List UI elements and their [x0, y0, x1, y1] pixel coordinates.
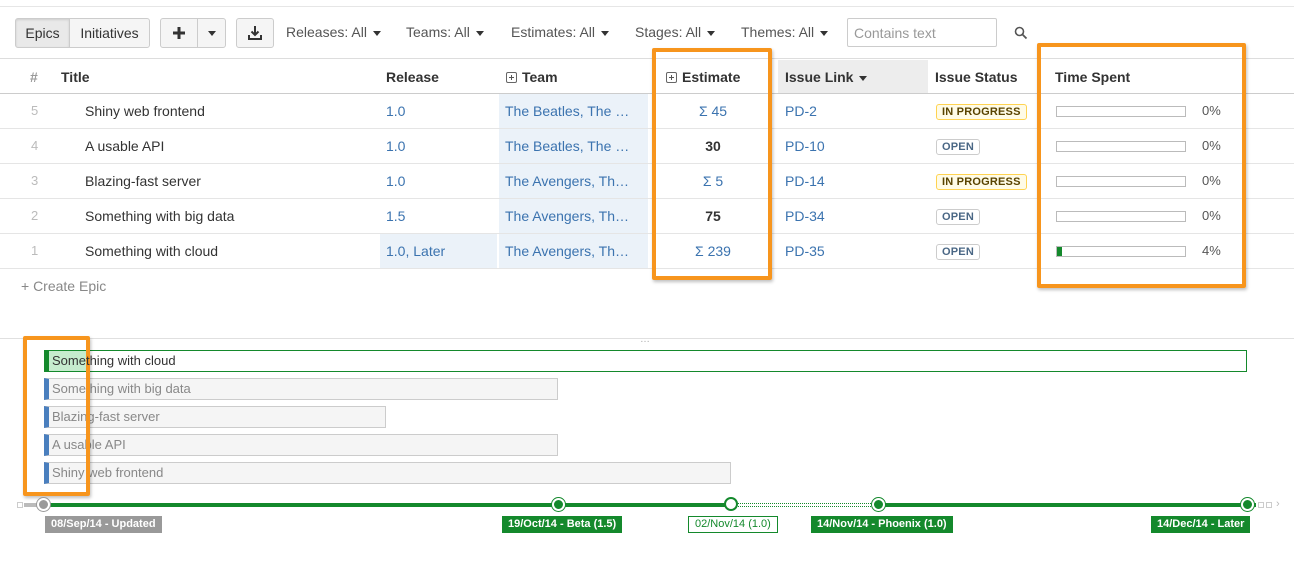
issue-link[interactable]: PD-35 — [785, 234, 905, 268]
timeline-lane[interactable]: A usable API — [44, 434, 558, 456]
col-header-team[interactable]: Team — [506, 69, 558, 85]
col-header-issue-status[interactable]: Issue Status — [935, 69, 1017, 85]
col-header-team-label: Team — [522, 69, 558, 85]
issue-link[interactable]: PD-14 — [785, 164, 905, 198]
marker-label: 14/Dec/14 - Later — [1151, 516, 1251, 533]
filter-teams[interactable]: Teams: All — [406, 24, 484, 40]
status-badge: IN PROGRESS — [936, 104, 1027, 120]
filter-stages[interactable]: Stages: All — [635, 24, 716, 40]
row-number: 1 — [31, 243, 39, 258]
marker-label: 19/Oct/14 - Beta (1.5) — [502, 516, 623, 533]
row-number: 5 — [31, 103, 39, 118]
release-cell[interactable]: 1.5 — [380, 199, 497, 233]
issue-link[interactable]: PD-2 — [785, 94, 905, 128]
col-header-issue-link-label: Issue Link — [785, 69, 854, 85]
timeline-lane[interactable]: Something with cloud — [44, 350, 1247, 372]
epic-title[interactable]: Blazing-fast server — [85, 164, 365, 198]
lane-label: Something with cloud — [52, 353, 176, 368]
row-number: 2 — [31, 208, 39, 223]
epic-title[interactable]: Something with cloud — [85, 234, 365, 268]
chevron-down-icon — [820, 30, 829, 36]
status-badge: IN PROGRESS — [936, 174, 1027, 190]
filter-releases[interactable]: Releases: All — [286, 24, 381, 40]
filter-releases-label: Releases: All — [286, 24, 367, 40]
release-cell[interactable]: 1.0 — [380, 164, 497, 198]
filter-themes[interactable]: Themes: All — [741, 24, 829, 40]
row-number: 3 — [31, 173, 39, 188]
epic-title[interactable]: Something with big data — [85, 199, 365, 233]
filter-stages-label: Stages: All — [635, 24, 702, 40]
timeline-marker[interactable] — [37, 498, 50, 511]
expand-icon[interactable] — [506, 72, 517, 83]
epic-title[interactable]: Shiny web frontend — [85, 94, 365, 128]
sort-desc-icon — [859, 75, 868, 81]
timeline-lane[interactable]: Blazing-fast server — [44, 406, 386, 428]
timeline-marker[interactable] — [724, 497, 738, 511]
marker-label: 14/Nov/14 - Phoenix (1.0) — [811, 516, 953, 533]
release-cell[interactable]: 1.0 — [380, 94, 497, 128]
scroll-right-handle[interactable] — [1266, 502, 1272, 508]
row-number: 4 — [31, 138, 39, 153]
chevron-down-icon — [372, 30, 381, 36]
timeline-marker[interactable] — [1241, 498, 1254, 511]
add-button[interactable] — [160, 18, 198, 48]
col-header-release[interactable]: Release — [386, 69, 439, 85]
team-cell[interactable]: The Avengers, Th… — [499, 234, 648, 268]
issue-link[interactable]: PD-34 — [785, 199, 905, 233]
tab-initiatives[interactable]: Initiatives — [69, 18, 150, 48]
release-cell[interactable]: 1.0 — [380, 129, 497, 163]
timeline-axis — [24, 503, 1256, 507]
time-spent-highlight-box — [1037, 43, 1246, 288]
team-cell[interactable]: The Beatles, The … — [499, 94, 648, 128]
status-badge: OPEN — [936, 244, 980, 260]
chevron-down-icon — [475, 30, 484, 36]
tab-epics-label: Epics — [25, 25, 60, 41]
filter-teams-label: Teams: All — [406, 24, 470, 40]
search-input[interactable] — [847, 18, 997, 47]
epic-title[interactable]: A usable API — [85, 129, 365, 163]
team-cell[interactable]: The Beatles, The … — [499, 129, 648, 163]
create-epic-link[interactable]: + Create Epic — [21, 278, 106, 294]
search-icon[interactable] — [1014, 26, 1028, 40]
chevron-down-icon — [707, 30, 716, 36]
col-header-num: # — [30, 69, 38, 85]
add-dropdown-button[interactable] — [197, 18, 226, 48]
team-cell[interactable]: The Avengers, Th… — [499, 164, 648, 198]
team-cell[interactable]: The Avengers, Th… — [499, 199, 648, 233]
scroll-right-icon[interactable]: › — [1276, 498, 1280, 510]
plus-icon — [173, 27, 185, 39]
scroll-right-handle[interactable] — [1258, 502, 1264, 508]
status-badge: OPEN — [936, 139, 980, 155]
release-cell[interactable]: 1.0, Later — [380, 234, 497, 268]
timeline-lane[interactable]: Shiny web frontend — [44, 462, 731, 484]
chevron-down-icon — [601, 30, 610, 36]
scroll-left-handle[interactable] — [17, 502, 23, 508]
top-border — [0, 6, 1294, 7]
timeline-lane[interactable]: Something with big data — [44, 378, 558, 400]
download-icon — [248, 26, 262, 40]
marker-label: 08/Sep/14 - Updated — [45, 516, 162, 533]
status-badge: OPEN — [936, 209, 980, 225]
chevron-down-icon — [207, 30, 216, 36]
filter-estimates[interactable]: Estimates: All — [511, 24, 610, 40]
timeline-marker[interactable] — [552, 498, 565, 511]
filter-themes-label: Themes: All — [741, 24, 815, 40]
tab-epics[interactable]: Epics — [15, 18, 70, 48]
issue-link[interactable]: PD-10 — [785, 129, 905, 163]
timeline-marker[interactable] — [872, 498, 885, 511]
filter-estimates-label: Estimates: All — [511, 24, 596, 40]
timeline-axis-gap — [731, 503, 879, 507]
marker-label: 02/Nov/14 (1.0) — [688, 516, 778, 533]
col-header-issue-link[interactable]: Issue Link — [785, 69, 868, 85]
resize-handle[interactable]: … — [640, 334, 651, 345]
estimate-highlight-box — [652, 48, 772, 280]
col-header-title[interactable]: Title — [61, 69, 90, 85]
export-button[interactable] — [236, 18, 274, 48]
tab-initiatives-label: Initiatives — [80, 25, 139, 41]
